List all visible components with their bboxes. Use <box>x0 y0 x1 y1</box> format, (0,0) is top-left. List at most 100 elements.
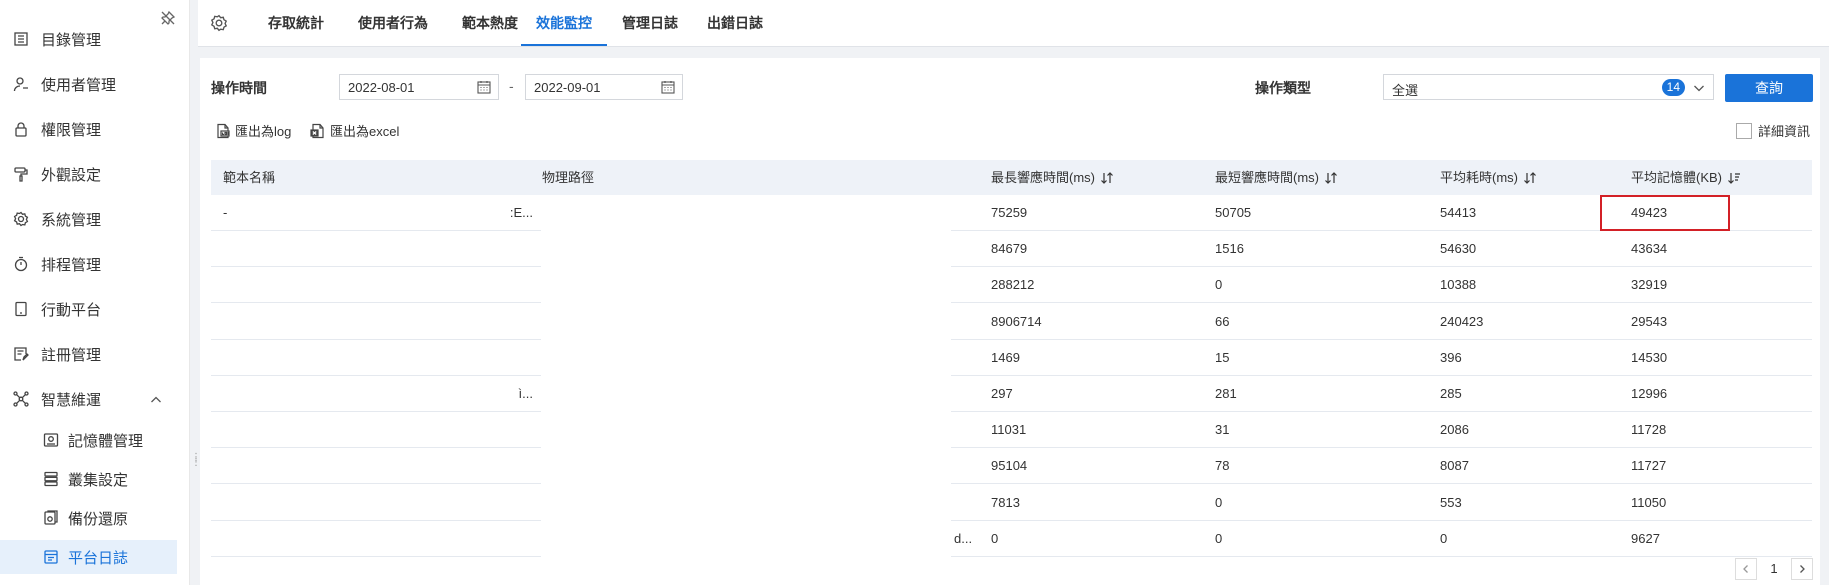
sidebar-item-permissions[interactable]: 權限管理 <box>0 109 190 149</box>
log-icon <box>43 549 59 565</box>
count-badge: 14 <box>1661 79 1685 96</box>
cell-avg-time: 54630 <box>1440 241 1477 257</box>
sidebar-item-catalog[interactable]: 目錄管理 <box>0 19 190 59</box>
cell-min-response: 1516 <box>1215 241 1244 257</box>
table-row[interactable]: 1469 15 396 14530 <box>211 340 1812 376</box>
table-row[interactable]: 7813 0 553 11050 <box>211 485 1812 521</box>
table-row[interactable]: 288212 0 10388 32919 <box>211 267 1812 304</box>
query-button[interactable]: 查詢 <box>1725 74 1813 102</box>
sidebar-item-registration[interactable]: 註冊管理 <box>0 334 190 374</box>
sidebar-item-label: 智慧維運 <box>41 391 102 409</box>
sidebar-item-mobile[interactable]: 行動平台 <box>0 289 190 329</box>
register-icon <box>12 345 30 363</box>
tab-admin-log[interactable]: 管理日誌 <box>609 0 691 46</box>
sidebar-item-smart-ops[interactable]: 智慧維運 <box>0 379 190 419</box>
sidebar-subitem-label: 平台日誌 <box>68 549 129 567</box>
tab-user-behavior[interactable]: 使用者行為 <box>345 0 441 46</box>
sidebar-subitem-backup[interactable]: 備份還原 <box>0 501 177 535</box>
chevron-up-icon[interactable] <box>150 393 162 405</box>
tab-performance-monitor[interactable]: 效能監控 <box>521 0 607 46</box>
pagination: 1 <box>1735 558 1813 580</box>
cell-max-response: 7813 <box>991 494 1020 510</box>
col-min-response[interactable]: 最短響應時間(ms) <box>1215 160 1338 195</box>
time-label: 操作時間 <box>211 80 267 96</box>
sidebar-item-label: 目錄管理 <box>41 31 102 49</box>
table-row[interactable]: 95104 78 8087 11727 <box>211 448 1812 485</box>
table-row[interactable]: d... 0 0 0 9627 <box>211 521 1812 557</box>
cell-max-response: 75259 <box>991 205 1028 220</box>
cell-avg-time: 396 <box>1440 349 1462 365</box>
table-row[interactable]: 8906714 66 240423 29543 <box>211 304 1812 340</box>
prev-page-button[interactable] <box>1735 558 1757 580</box>
sidebar-item-label: 使用者管理 <box>41 76 117 94</box>
cell-avg-memory: 11727 <box>1631 458 1667 474</box>
cell-max-response: 11031 <box>991 422 1027 438</box>
cell-min-response: 281 <box>1215 386 1237 401</box>
sidebar-subitem-cluster[interactable]: 叢集設定 <box>0 462 177 496</box>
end-date-field[interactable]: 2022-09-01 <box>525 74 683 100</box>
cell-avg-memory: 12996 <box>1631 386 1668 401</box>
paint-roller-icon <box>12 165 30 183</box>
export-log-button[interactable]: 匯出為log <box>215 121 291 140</box>
detail-checkbox-wrap[interactable]: 詳細資訊 <box>1736 121 1810 140</box>
table-row[interactable]: ì... 297 281 285 12996 <box>211 376 1812 412</box>
calendar-icon[interactable] <box>477 80 491 94</box>
col-avg-memory[interactable]: 平均記憶體(KB) <box>1631 160 1741 195</box>
tab-template-popularity[interactable]: 範本熱度 <box>448 0 532 46</box>
col-physical-path: 物理路徑 <box>542 170 595 185</box>
cluster-icon <box>43 471 59 487</box>
col-max-response[interactable]: 最長響應時間(ms) <box>991 160 1114 195</box>
sidebar-subitem-memory[interactable]: 記憶體管理 <box>0 423 177 457</box>
table-row[interactable]: -:E... 75259 50705 54413 49423 <box>211 195 1812 231</box>
cell-avg-time: 10388 <box>1440 277 1477 293</box>
cell-avg-time: 2086 <box>1440 422 1469 438</box>
table-row[interactable]: 84679 1516 54630 43634 <box>211 231 1812 268</box>
sidebar-item-system[interactable]: 系統管理 <box>0 199 190 239</box>
sidebar-item-label: 系統管理 <box>41 211 102 229</box>
gear-icon <box>12 210 30 228</box>
cell-physical-path: d... <box>954 530 973 546</box>
cell-avg-memory: 29543 <box>1631 313 1668 329</box>
current-page[interactable]: 1 <box>1763 558 1785 580</box>
table-row[interactable]: 11031 31 2086 11728 <box>211 412 1812 449</box>
calendar-icon[interactable] <box>661 80 675 94</box>
sort-icon[interactable] <box>1523 171 1537 185</box>
sort-desc-icon[interactable] <box>1727 171 1741 185</box>
cell-avg-time: 285 <box>1440 386 1462 401</box>
user-icon <box>12 75 30 93</box>
detail-checkbox[interactable] <box>1736 122 1752 139</box>
cell-max-response: 8906714 <box>991 313 1042 329</box>
tab-error-log[interactable]: 出錯日誌 <box>694 0 776 46</box>
export-excel-button[interactable]: 匯出為excel <box>310 121 399 140</box>
timer-icon <box>12 255 30 273</box>
sidebar-item-schedule[interactable]: 排程管理 <box>0 244 190 284</box>
sidebar-item-label: 註冊管理 <box>41 346 102 364</box>
export-log-label: 匯出為log <box>235 124 292 139</box>
cell-avg-memory: 32919 <box>1631 277 1668 293</box>
col-avg-memory-label: 平均記憶體(KB) <box>1631 170 1723 185</box>
col-max-response-label: 最長響應時間(ms) <box>991 170 1095 185</box>
sort-icon[interactable] <box>1100 171 1114 185</box>
sidebar-resize-handle[interactable]: ⋮ ⋮ <box>191 453 201 471</box>
cell-physical-path <box>507 267 533 303</box>
sidebar-item-users[interactable]: 使用者管理 <box>0 64 190 104</box>
chevron-down-icon[interactable] <box>1693 82 1705 94</box>
gear-icon[interactable] <box>210 14 228 32</box>
lock-icon <box>12 120 30 138</box>
sidebar-subitem-label: 叢集設定 <box>68 471 129 489</box>
sidebar-item-appearance[interactable]: 外觀設定 <box>0 154 190 194</box>
export-log-icon <box>215 123 231 139</box>
cell-avg-memory: 9627 <box>1631 530 1660 546</box>
cell-physical-path <box>507 412 533 448</box>
col-avg-time[interactable]: 平均耗時(ms) <box>1440 160 1537 195</box>
sidebar-subitem-platform-log[interactable]: 平台日誌 <box>0 540 177 574</box>
sidebar-subitem-label: 記憶體管理 <box>68 432 144 450</box>
start-date-field[interactable]: 2022-08-01 <box>339 74 499 100</box>
export-excel-icon <box>310 123 326 139</box>
main-panel: 操作時間 2022-08-01 - 2022-09-01 操作類型 全選 14 … <box>200 58 1820 585</box>
tab-access-stats[interactable]: 存取統計 <box>256 0 336 46</box>
sort-icon[interactable] <box>1324 171 1338 185</box>
cell-physical-path <box>507 340 533 376</box>
next-page-button[interactable] <box>1791 558 1813 580</box>
operation-type-select[interactable]: 全選 14 <box>1383 74 1714 100</box>
